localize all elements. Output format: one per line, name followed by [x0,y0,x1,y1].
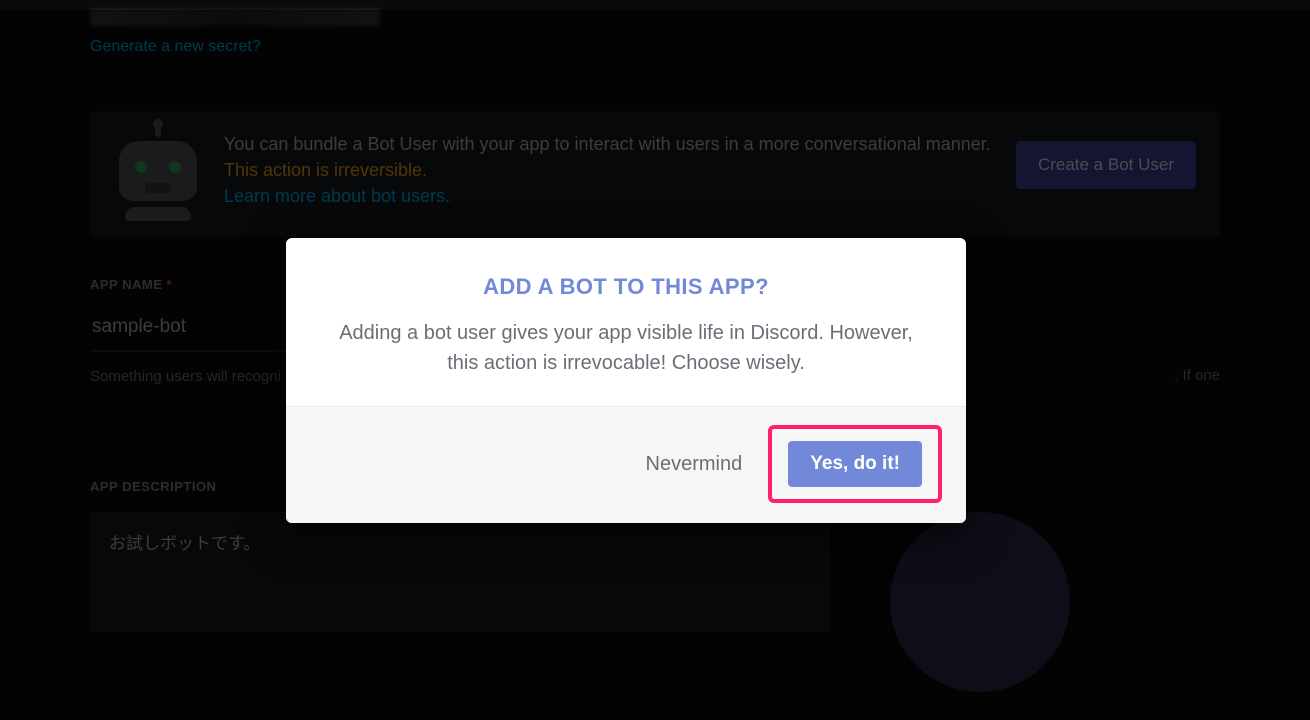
modal-title: ADD A BOT TO THIS APP? [320,274,932,300]
yes-do-it-button[interactable]: Yes, do it! [788,441,922,487]
add-bot-modal: ADD A BOT TO THIS APP? Adding a bot user… [286,238,966,523]
modal-description: Adding a bot user gives your app visible… [320,318,932,378]
modal-footer: Nevermind Yes, do it! [286,406,966,523]
modal-body: ADD A BOT TO THIS APP? Adding a bot user… [286,238,966,406]
confirm-highlight: Yes, do it! [768,425,942,503]
nevermind-button[interactable]: Nevermind [630,443,759,486]
